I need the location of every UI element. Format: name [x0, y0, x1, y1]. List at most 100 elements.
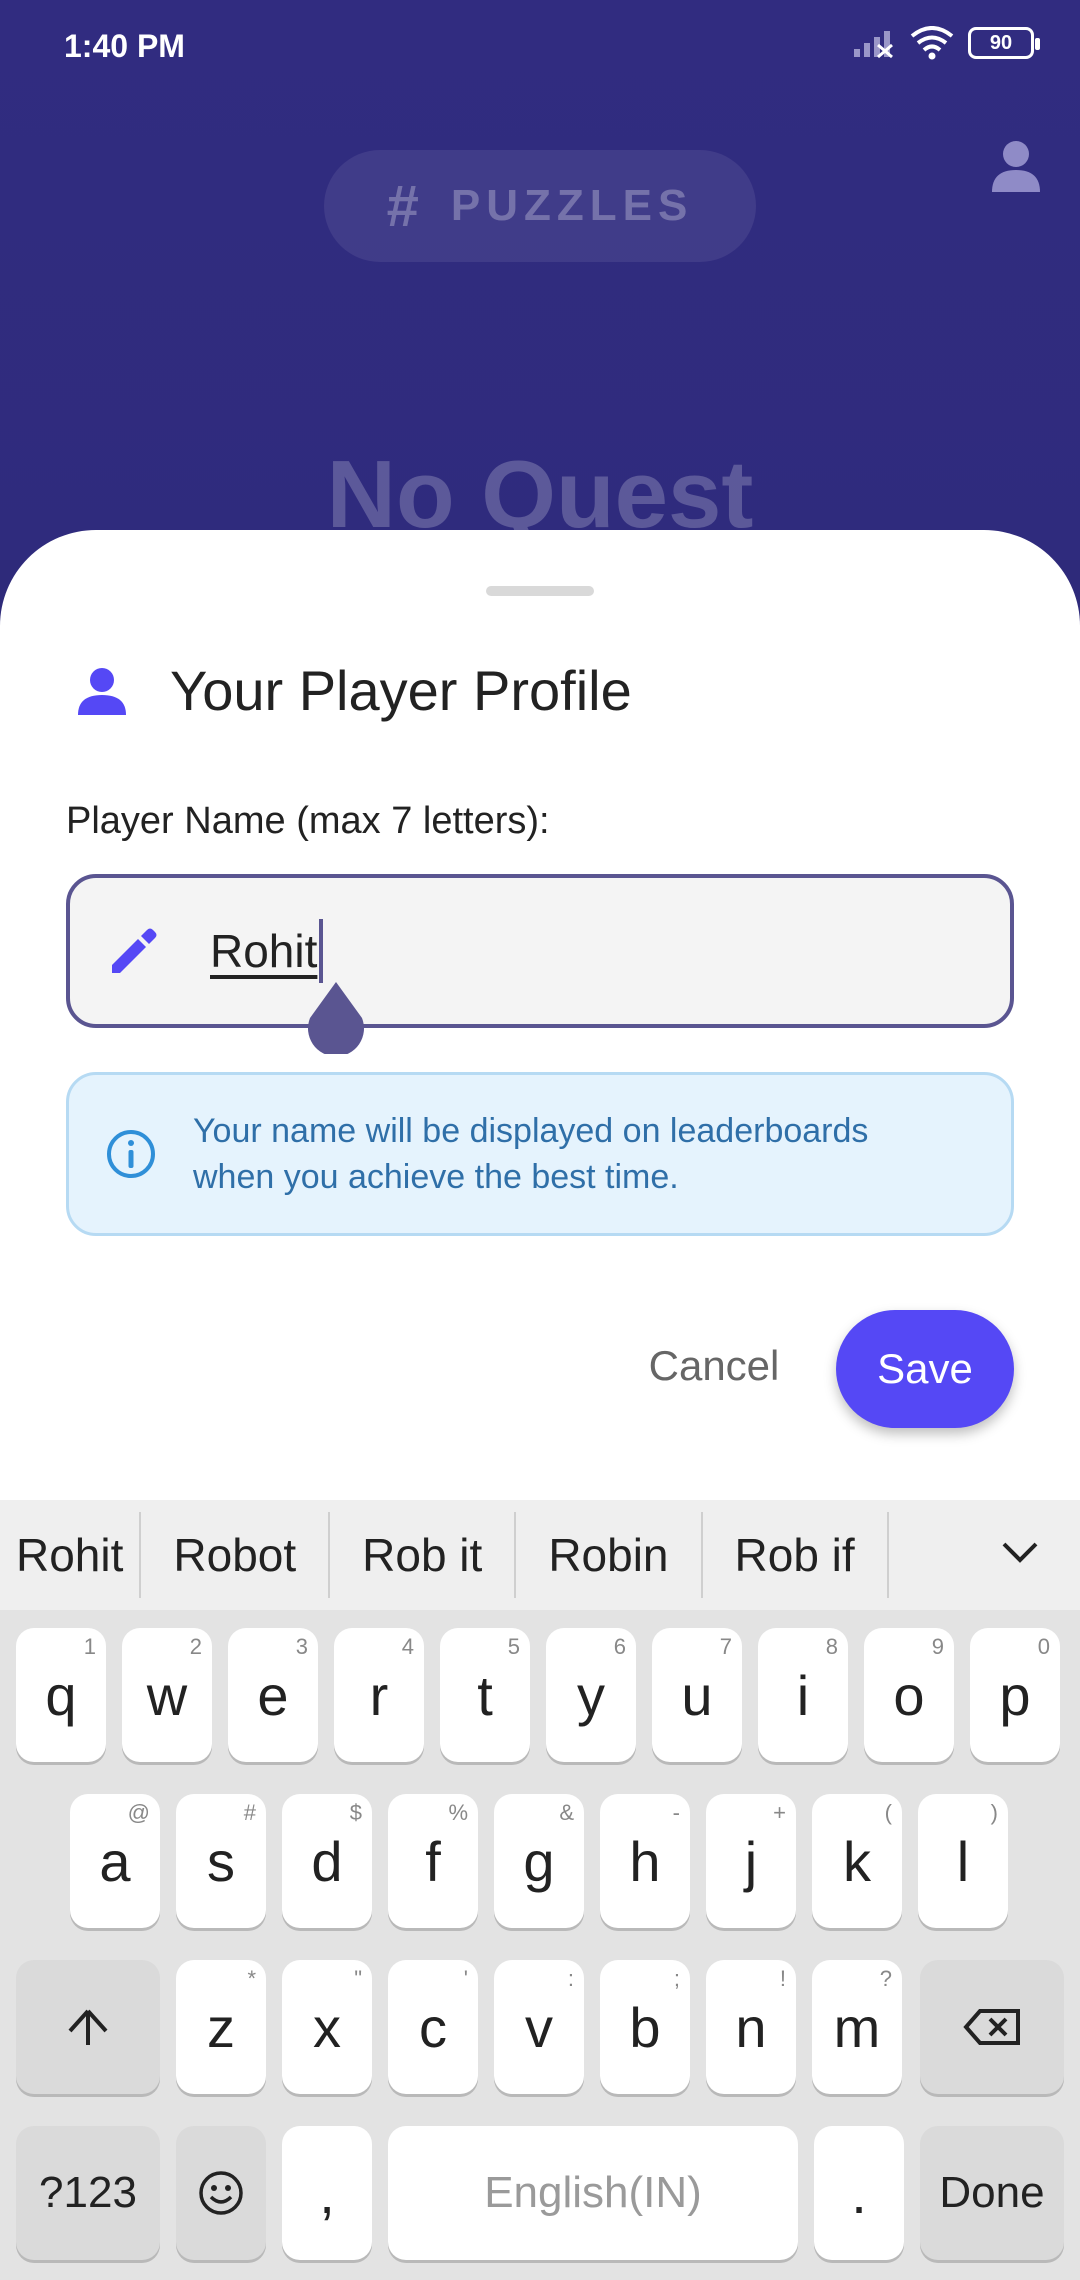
puzzles-label: PUZZLES — [450, 181, 694, 230]
done-key[interactable]: Done — [920, 2126, 1064, 2260]
key-r[interactable]: 4r — [334, 1628, 424, 1762]
suggestion-divider — [886, 1512, 889, 1598]
info-line-2: when you achieve the best time. — [193, 1158, 679, 1196]
key-c[interactable]: ' c — [388, 1960, 478, 2094]
text-cursor — [319, 919, 324, 983]
player-name-label: Player Name (max 7 letters): — [66, 800, 550, 842]
key-n[interactable]: ! n — [706, 1960, 796, 2094]
key-label: q — [45, 1663, 77, 1727]
key-label: n — [735, 1995, 767, 2059]
hash-icon: # — [386, 173, 419, 239]
key-k[interactable]: (k — [812, 1794, 902, 1928]
key-u[interactable]: 7u — [652, 1628, 742, 1762]
battery-icon: 90 — [968, 27, 1040, 59]
info-notice: Your name will be displayed on leaderboa… — [66, 1072, 1014, 1236]
cursor-handle[interactable] — [304, 982, 368, 1054]
chevron-down-icon[interactable] — [996, 1528, 1044, 1576]
wifi-icon — [910, 26, 954, 60]
period-key[interactable]: . — [814, 2126, 904, 2260]
status-icons: 90 — [852, 26, 1040, 60]
key-label: e — [257, 1663, 289, 1727]
key-y[interactable]: 6y — [546, 1628, 636, 1762]
save-button[interactable]: Save — [836, 1310, 1014, 1428]
suggestion-item[interactable]: Rob if — [703, 1512, 887, 1598]
key-hint: - — [672, 1800, 680, 1825]
key-label: b — [629, 1995, 661, 2059]
key-q[interactable]: 1q — [16, 1628, 106, 1762]
backspace-key[interactable] — [920, 1960, 1064, 2094]
key-hint: 7 — [719, 1634, 732, 1659]
sheet-title: Your Player Profile — [170, 659, 632, 722]
key-g[interactable]: & g — [494, 1794, 584, 1928]
suggestion-item[interactable]: Rohit — [0, 1512, 139, 1598]
key-b[interactable]: ; b — [600, 1960, 690, 2094]
key-hint: 8 — [825, 1634, 838, 1659]
sheet-header: Your Player Profile — [76, 658, 632, 723]
key-label: h — [629, 1829, 661, 1893]
key-label: u — [681, 1663, 713, 1727]
key-h[interactable]: -h — [600, 1794, 690, 1928]
key-t[interactable]: 5t — [440, 1628, 530, 1762]
space-key[interactable]: English(IN) — [388, 2126, 798, 2260]
key-hint: 4 — [401, 1634, 414, 1659]
key-o[interactable]: 9o — [864, 1628, 954, 1762]
key-p[interactable]: 0p — [970, 1628, 1060, 1762]
key-hint: " — [354, 1966, 362, 1991]
key-i[interactable]: 8i — [758, 1628, 848, 1762]
key-hint: 0 — [1037, 1634, 1050, 1659]
key-label: z — [207, 1995, 235, 2059]
shift-key[interactable] — [16, 1960, 160, 2094]
key-hint: % — [448, 1800, 468, 1825]
key-e[interactable]: 3e — [228, 1628, 318, 1762]
key-x[interactable]: " x — [282, 1960, 372, 2094]
suggestion-item[interactable]: Rob it — [330, 1512, 514, 1598]
key-f[interactable]: % f — [388, 1794, 478, 1928]
key-d[interactable]: $ d — [282, 1794, 372, 1928]
player-name-input[interactable]: Rohit — [66, 874, 1014, 1028]
key-label: o — [893, 1663, 925, 1727]
key-label: f — [425, 1829, 441, 1893]
key-label: d — [311, 1829, 343, 1893]
info-line-1: Your name will be displayed on leaderboa… — [193, 1112, 869, 1150]
key-label: i — [796, 1663, 810, 1727]
suggestion-item[interactable]: Robot — [141, 1512, 328, 1598]
key-hint: * — [247, 1966, 256, 1991]
key-label: l — [956, 1829, 970, 1893]
status-time: 1:40 PM — [64, 28, 185, 64]
key-label: m — [833, 1995, 881, 2059]
background-app: 1:40 PM 90 # PUZZLES No Quest — [0, 0, 1080, 560]
key-w[interactable]: 2w — [122, 1628, 212, 1762]
key-hint: ) — [990, 1800, 998, 1825]
comma-key[interactable]: , — [282, 2126, 372, 2260]
soft-keyboard: Rohit Robot Rob it Robin Rob if 1q2w3e4r… — [0, 1500, 1080, 2280]
profile-icon[interactable] — [988, 138, 1044, 194]
key-hint: $ — [349, 1800, 362, 1825]
player-profile-sheet: Your Player Profile Player Name (max 7 l… — [0, 530, 1080, 1530]
symbols-key[interactable]: ?123 — [16, 2126, 160, 2260]
player-name-value: Rohit — [210, 925, 318, 977]
key-hint: ? — [879, 1966, 892, 1991]
suggestion-item[interactable]: Robin — [516, 1512, 700, 1598]
key-hint: 5 — [507, 1634, 520, 1659]
key-j[interactable]: + j — [706, 1794, 796, 1928]
shift-icon — [68, 2009, 108, 2045]
key-m[interactable]: ? m — [812, 1960, 902, 2094]
key-v[interactable]: :v — [494, 1960, 584, 2094]
key-l[interactable]: ) l — [918, 1794, 1008, 1928]
info-icon — [107, 1130, 155, 1178]
puzzles-button[interactable]: # PUZZLES — [324, 150, 756, 262]
key-label: w — [146, 1663, 188, 1727]
sheet-drag-handle[interactable] — [486, 586, 594, 596]
key-a[interactable]: @ a — [70, 1794, 160, 1928]
emoji-key[interactable] — [176, 2126, 266, 2260]
key-s[interactable]: # s — [176, 1794, 266, 1928]
cancel-button[interactable]: Cancel — [630, 1318, 798, 1414]
key-label: v — [525, 1995, 553, 2059]
key-hint: 3 — [295, 1634, 308, 1659]
key-z[interactable]: * z — [176, 1960, 266, 2094]
key-label: s — [207, 1829, 235, 1893]
key-hint: + — [773, 1800, 786, 1825]
key-hint: # — [243, 1800, 256, 1825]
key-hint: @ — [127, 1800, 150, 1825]
key-label: x — [313, 1995, 341, 2059]
